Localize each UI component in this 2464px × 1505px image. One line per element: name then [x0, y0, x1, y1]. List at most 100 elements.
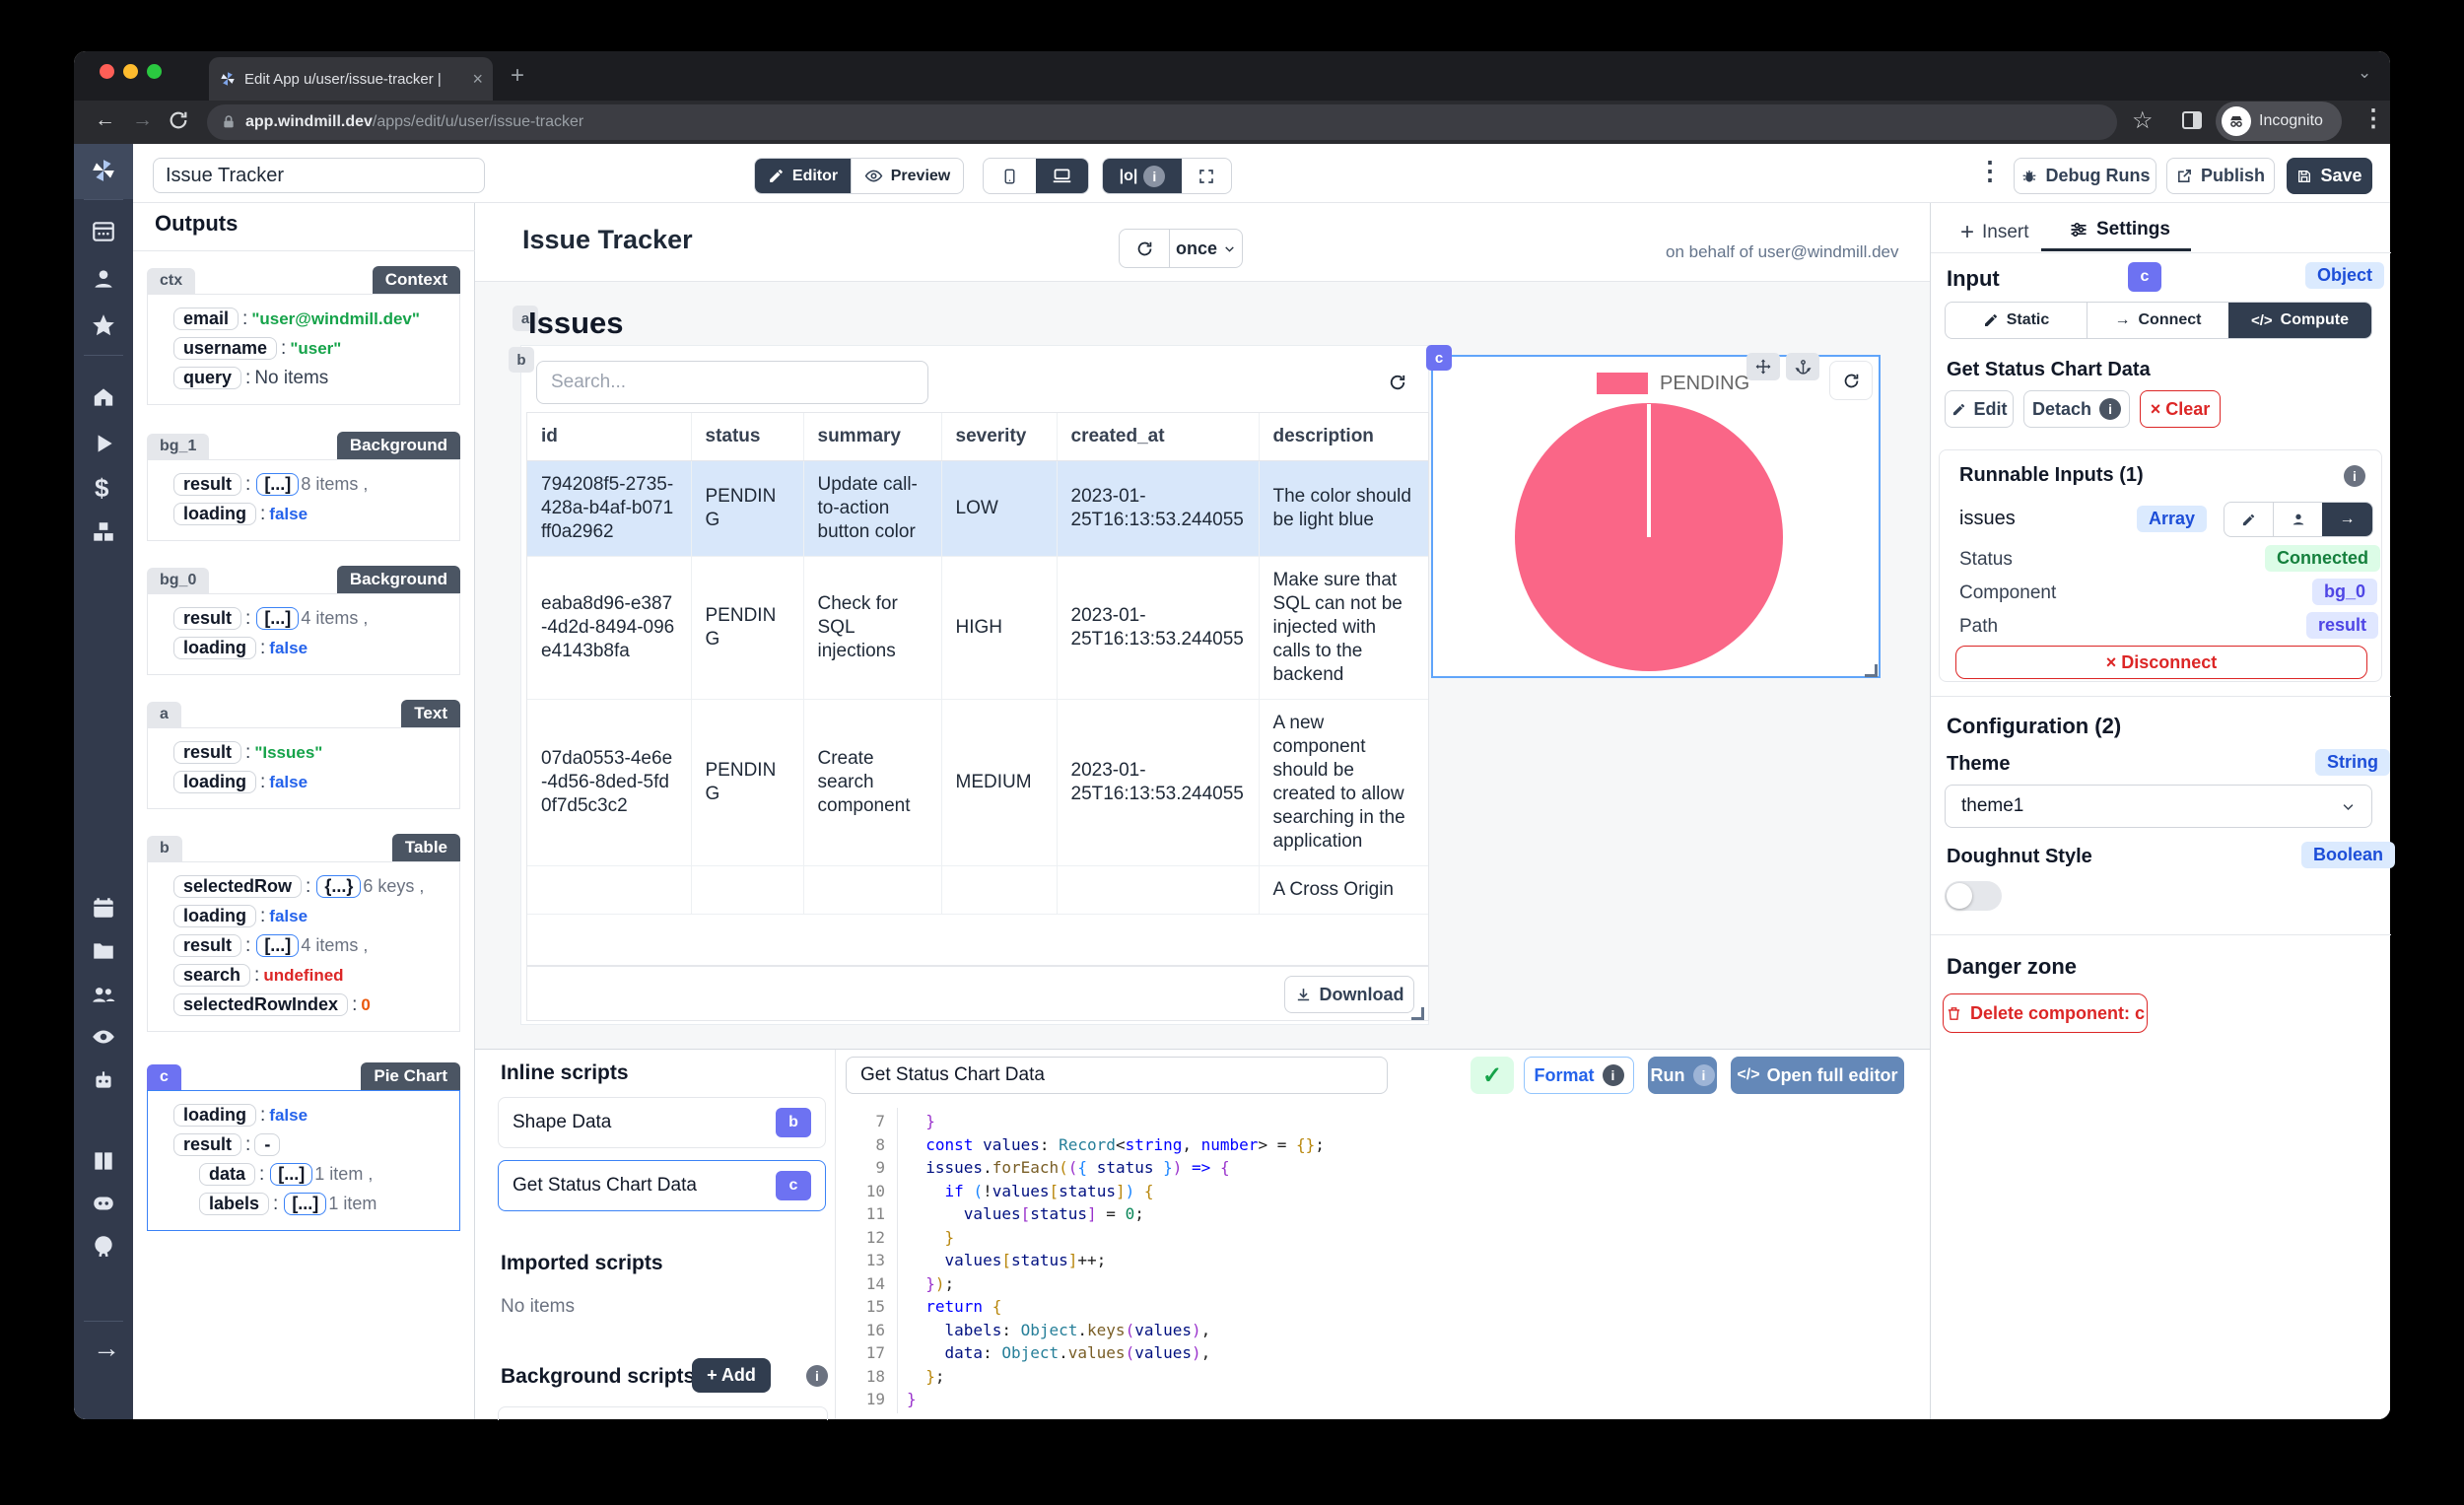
- column-header-severity[interactable]: severity: [941, 413, 1057, 461]
- code-line[interactable]: return {: [907, 1295, 1325, 1319]
- output-key-pill[interactable]: query: [173, 367, 241, 389]
- output-section-tab[interactable]: bg_1: [147, 434, 209, 459]
- output-row[interactable]: result : [...] 8 items ,: [173, 473, 449, 496]
- output-expand-pill[interactable]: [...]: [270, 1163, 312, 1186]
- code-line[interactable]: values[status] = 0;: [907, 1202, 1325, 1226]
- output-row[interactable]: search : undefined: [173, 964, 449, 987]
- output-row[interactable]: result : -: [173, 1133, 449, 1156]
- user-input-icon-button[interactable]: [2273, 503, 2322, 536]
- mobile-view-button[interactable]: [984, 159, 1036, 193]
- output-section-tab[interactable]: bg_0: [147, 568, 209, 593]
- table-row[interactable]: eaba8d96-e387-4d2d-8494-096e4143b8faPEND…: [527, 557, 1428, 700]
- sidebar-item-apps[interactable]: [91, 219, 116, 244]
- table-cell[interactable]: Make sure that SQL can not be injected w…: [1259, 557, 1428, 700]
- output-expand-pill[interactable]: [...]: [256, 934, 299, 957]
- output-key-pill[interactable]: result: [173, 934, 241, 957]
- output-row[interactable]: selectedRow : {...} 6 keys ,: [173, 875, 449, 898]
- column-header-summary[interactable]: summary: [803, 413, 941, 461]
- output-row[interactable]: labels : [...] 1 item: [173, 1193, 449, 1215]
- preview-button[interactable]: Preview: [851, 159, 963, 193]
- desktop-view-button[interactable]: [1036, 159, 1088, 193]
- table-cell[interactable]: [527, 866, 691, 915]
- table-cell[interactable]: Check for SQL injections: [803, 557, 941, 700]
- delete-component-button[interactable]: Delete component: c: [1943, 993, 2148, 1033]
- table-resize-handle[interactable]: [1411, 1007, 1424, 1020]
- code-line[interactable]: data: Object.values(values),: [907, 1341, 1325, 1365]
- tab-settings[interactable]: Settings: [2069, 219, 2170, 240]
- zoom-window-icon[interactable]: [147, 64, 162, 79]
- output-row[interactable]: loading : false: [173, 637, 449, 659]
- script-item-c[interactable]: Get Status Chart Datac: [498, 1160, 826, 1211]
- table-row[interactable]: 794208f5-2735-428a-b4af-b071ff0a2962PEND…: [527, 461, 1428, 557]
- download-button[interactable]: Download: [1284, 976, 1414, 1013]
- output-row[interactable]: result : [...] 4 items ,: [173, 934, 449, 957]
- pie-resize-handle[interactable]: [1865, 664, 1878, 677]
- column-header-id[interactable]: id: [527, 413, 691, 461]
- sidebar-item-home[interactable]: [91, 384, 116, 410]
- search-input[interactable]: [536, 361, 928, 404]
- tabstrip-chevron-icon[interactable]: ⌄: [2358, 63, 2371, 83]
- minimize-window-icon[interactable]: [123, 64, 138, 79]
- sidebar-item-workers[interactable]: [91, 1067, 116, 1093]
- run-button[interactable]: Run i: [1648, 1057, 1717, 1094]
- publish-button[interactable]: Publish: [2166, 158, 2275, 194]
- bookmark-star-icon[interactable]: ☆: [2132, 106, 2154, 135]
- windmill-logo-icon[interactable]: [91, 158, 116, 183]
- output-key-pill[interactable]: loading: [173, 637, 256, 659]
- fullscreen-button[interactable]: [1182, 159, 1231, 193]
- script-name-input[interactable]: [846, 1057, 1388, 1094]
- output-key-pill[interactable]: loading: [173, 771, 256, 793]
- output-key-pill[interactable]: username: [173, 337, 277, 360]
- theme-select[interactable]: theme1: [1945, 785, 2372, 828]
- code-line[interactable]: if (!values[status]) {: [907, 1180, 1325, 1203]
- browser-tab[interactable]: Edit App u/user/issue-tracker | ×: [209, 57, 493, 101]
- reload-icon[interactable]: [168, 109, 189, 131]
- table-cell[interactable]: The color should be light blue: [1259, 461, 1428, 557]
- sidebar-expand-icon[interactable]: →: [93, 1333, 120, 1364]
- table-row[interactable]: A Cross Origin: [527, 866, 1428, 915]
- output-key-pill[interactable]: loading: [173, 1104, 256, 1127]
- disconnect-button[interactable]: × Disconnect: [1955, 646, 2367, 679]
- forward-icon[interactable]: →: [132, 108, 153, 132]
- column-header-status[interactable]: status: [691, 413, 803, 461]
- table-cell[interactable]: 794208f5-2735-428a-b4af-b071ff0a2962: [527, 461, 691, 557]
- table-row[interactable]: 07da0553-4e6e-4d56-8ded-5fd0f7d5c3c2PEND…: [527, 700, 1428, 866]
- centered-layout-button[interactable]: |o| i: [1103, 159, 1182, 193]
- output-row[interactable]: query : No items: [173, 367, 449, 389]
- code-line[interactable]: };: [907, 1365, 1325, 1389]
- table-cell[interactable]: 2023-01-25T16:13:53.244055: [1057, 700, 1259, 866]
- column-header-description[interactable]: description: [1259, 413, 1428, 461]
- schedule-dropdown[interactable]: once: [1169, 230, 1242, 267]
- output-key-pill[interactable]: result: [173, 1133, 241, 1156]
- move-component-button[interactable]: [1746, 353, 1780, 380]
- pie-legend-swatch[interactable]: [1597, 373, 1648, 394]
- sidebar-item-user[interactable]: [91, 266, 116, 292]
- close-window-icon[interactable]: [100, 64, 114, 79]
- table-cell[interactable]: PENDING: [691, 557, 803, 700]
- toolbar-menu-icon[interactable]: ⋮: [1977, 156, 2003, 186]
- code-line[interactable]: values[status]++;: [907, 1249, 1325, 1272]
- table-cell[interactable]: [941, 866, 1057, 915]
- output-row[interactable]: loading : false: [173, 1104, 449, 1127]
- output-expand-pill[interactable]: [...]: [256, 473, 299, 496]
- script-item-b[interactable]: Shape Datab: [498, 1097, 826, 1148]
- sidebar-item-folders[interactable]: [91, 938, 116, 964]
- table-cell[interactable]: [803, 866, 941, 915]
- column-header-created_at[interactable]: created_at: [1057, 413, 1259, 461]
- sidebar-item-favorites[interactable]: [91, 312, 116, 338]
- table-cell[interactable]: 2023-01-25T16:13:53.244055: [1057, 557, 1259, 700]
- output-section-tab[interactable]: c: [147, 1064, 181, 1090]
- sidebar-item-resources[interactable]: [91, 519, 116, 545]
- output-key-pill[interactable]: email: [173, 308, 239, 330]
- output-key-pill[interactable]: result: [173, 473, 241, 496]
- table-cell[interactable]: [1057, 866, 1259, 915]
- output-row[interactable]: loading : false: [173, 503, 449, 525]
- sidebar-item-github[interactable]: [91, 1233, 116, 1259]
- output-key-pill[interactable]: data: [199, 1163, 255, 1186]
- output-key-pill[interactable]: selectedRowIndex: [173, 993, 348, 1016]
- code-line[interactable]: labels: Object.keys(values),: [907, 1319, 1325, 1342]
- table-cell[interactable]: 07da0553-4e6e-4d56-8ded-5fd0f7d5c3c2: [527, 700, 691, 866]
- table-cell[interactable]: A Cross Origin: [1259, 866, 1428, 915]
- output-section-tab[interactable]: b: [147, 836, 182, 861]
- issues-heading[interactable]: Issues: [528, 306, 624, 341]
